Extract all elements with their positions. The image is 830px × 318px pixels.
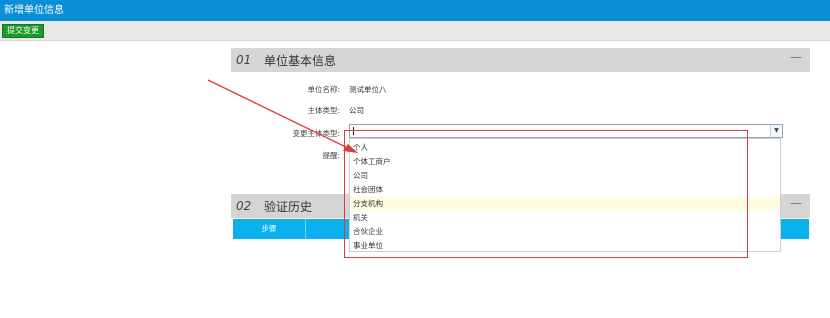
annotation-arrow-icon bbox=[207, 79, 358, 153]
